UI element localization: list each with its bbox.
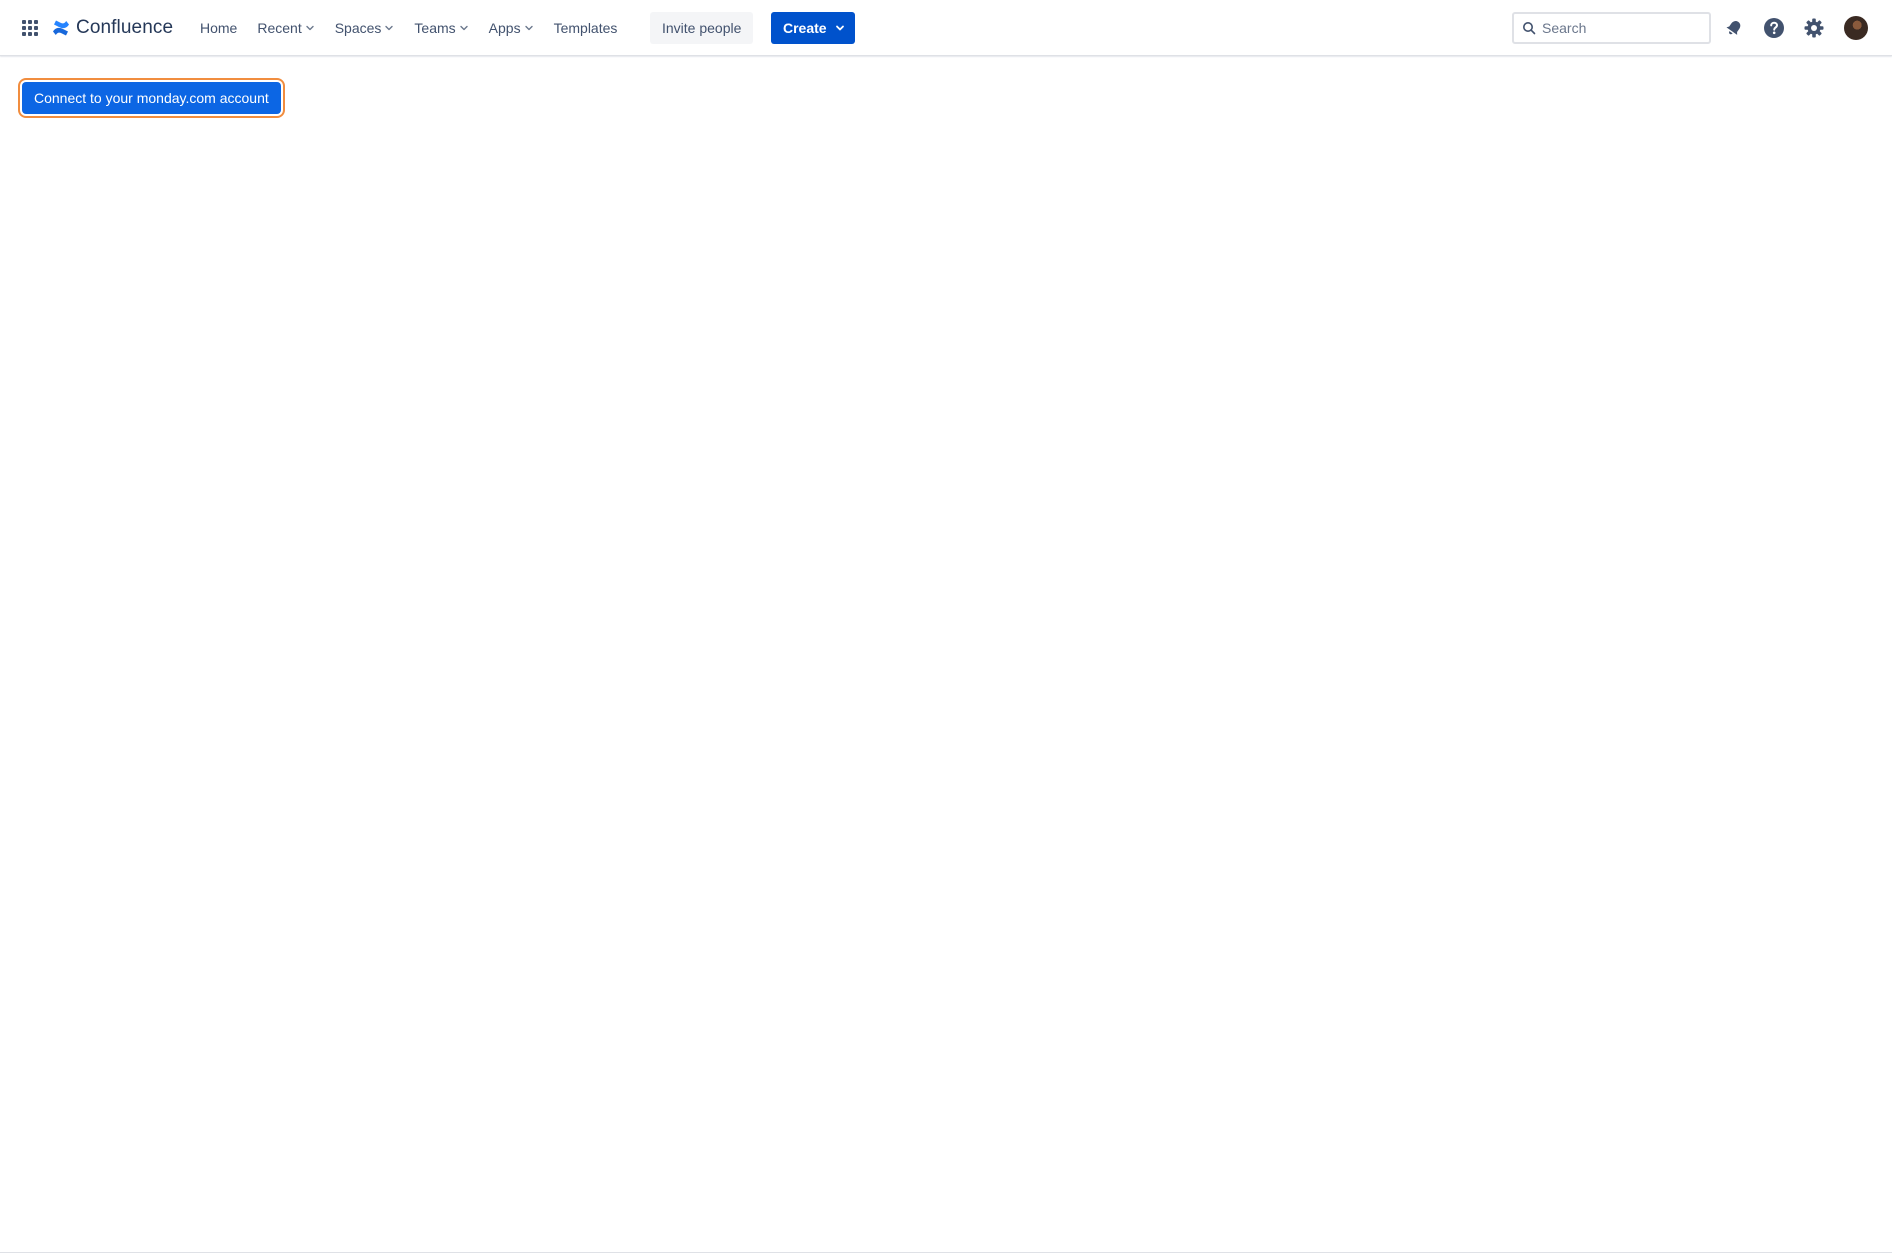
primary-nav: Home Recent Spaces Teams Apps Templates bbox=[190, 12, 627, 44]
nav-item-templates[interactable]: Templates bbox=[544, 12, 628, 44]
nav-item-apps[interactable]: Apps bbox=[479, 12, 544, 44]
nav-item-label: Templates bbox=[553, 20, 618, 36]
nav-item-label: Recent bbox=[257, 20, 302, 36]
search-icon bbox=[1522, 21, 1536, 35]
chevron-down-icon bbox=[835, 23, 845, 33]
question-circle-icon bbox=[1764, 18, 1784, 38]
nav-item-label: Spaces bbox=[334, 20, 382, 36]
nav-item-recent[interactable]: Recent bbox=[247, 12, 324, 44]
app-name: Confluence bbox=[76, 17, 174, 38]
search-box[interactable] bbox=[1512, 12, 1711, 44]
search-input[interactable] bbox=[1542, 20, 1692, 36]
connect-monday-account-button[interactable]: Connect to your monday.com account bbox=[22, 82, 281, 114]
nav-item-label: Apps bbox=[488, 20, 521, 36]
chevron-down-icon bbox=[524, 23, 534, 33]
nav-item-label: Teams bbox=[414, 20, 456, 36]
nav-item-label: Home bbox=[200, 20, 238, 36]
notifications-button[interactable] bbox=[1720, 14, 1748, 42]
top-navigation-bar: Confluence Home Recent Spaces Teams Apps… bbox=[0, 0, 1892, 56]
chevron-down-icon bbox=[384, 23, 394, 33]
app-switcher-button[interactable] bbox=[18, 16, 42, 40]
divider bbox=[0, 1252, 1892, 1253]
nav-item-home[interactable]: Home bbox=[190, 12, 247, 44]
nav-item-teams[interactable]: Teams bbox=[404, 12, 478, 44]
chevron-down-icon bbox=[459, 23, 469, 33]
avatar[interactable] bbox=[1844, 16, 1868, 40]
help-button[interactable] bbox=[1760, 14, 1788, 42]
create-button-label: Create bbox=[783, 20, 827, 36]
nav-item-spaces[interactable]: Spaces bbox=[325, 12, 405, 44]
bell-icon bbox=[1726, 20, 1741, 35]
invite-people-button[interactable]: Invite people bbox=[650, 12, 754, 44]
settings-button[interactable] bbox=[1800, 14, 1828, 42]
create-button[interactable]: Create bbox=[771, 12, 855, 44]
confluence-page: Confluence Home Recent Spaces Teams Apps… bbox=[0, 0, 1892, 1254]
grid-icon bbox=[22, 20, 38, 36]
confluence-logo[interactable]: Confluence bbox=[52, 14, 173, 42]
gear-icon bbox=[1804, 18, 1824, 38]
confluence-logo-icon bbox=[53, 20, 69, 36]
chevron-down-icon bbox=[305, 23, 315, 33]
